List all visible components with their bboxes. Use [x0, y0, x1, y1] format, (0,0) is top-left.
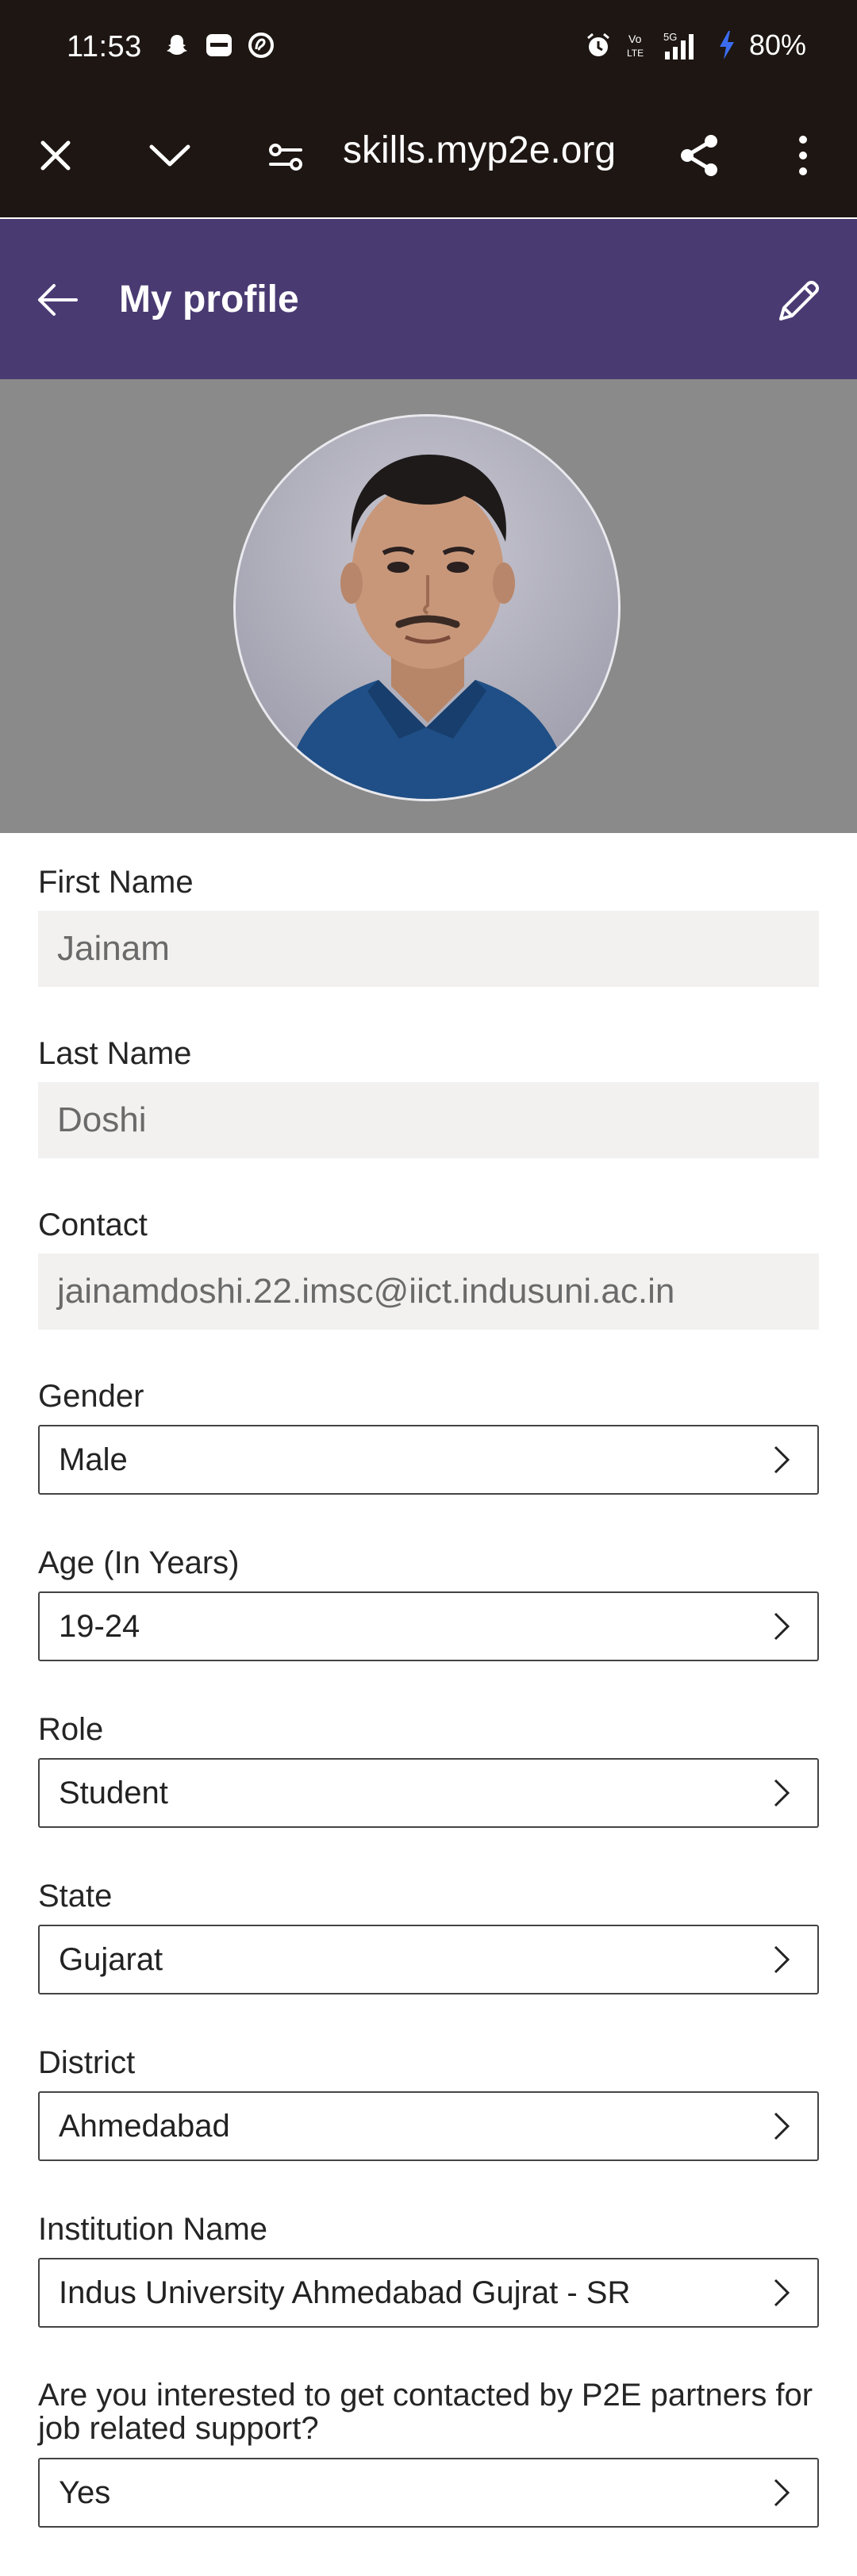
site-settings-button[interactable]: [259, 130, 313, 184]
status-right-group: Vo LTE 5G 80%: [584, 29, 806, 62]
minimize-button[interactable]: [143, 129, 197, 182]
network-type: 5G: [663, 31, 677, 43]
state-value: Gujarat: [59, 1941, 163, 1977]
institution-select[interactable]: Indus University Ahmedabad Gujrat - SR: [38, 2258, 819, 2328]
more-vert-icon: [799, 136, 807, 175]
alarm-icon: [586, 33, 609, 56]
edit-profile-button[interactable]: [770, 271, 828, 330]
district-label: District: [38, 2045, 136, 2080]
close-icon: [40, 140, 71, 171]
gender-value: Male: [59, 1442, 128, 1477]
contact-preference-label: Are you interested to get contacted by P…: [38, 2378, 813, 2446]
site-settings-icon: [269, 144, 302, 171]
chevron-right-icon: [774, 2478, 790, 2507]
browser-toolbar: skills.myp2e.org: [0, 94, 857, 217]
svg-text:LTE: LTE: [627, 48, 644, 59]
status-time: 11:53: [67, 30, 142, 63]
last-name-field[interactable]: Doshi: [38, 1082, 819, 1158]
payment-app-icon: [248, 33, 274, 58]
profile-photo: [236, 417, 618, 799]
avatar[interactable]: [233, 414, 621, 801]
state-label: State: [38, 1879, 113, 1914]
app-header: My profile: [0, 219, 857, 379]
role-value: Student: [59, 1775, 168, 1810]
back-button[interactable]: [29, 271, 86, 328]
age-value: 19-24: [59, 1608, 140, 1644]
age-label: Age (In Years): [38, 1545, 240, 1580]
chevron-right-icon: [774, 1945, 790, 1974]
more-options-button[interactable]: [779, 127, 827, 184]
state-select[interactable]: Gujarat: [38, 1925, 819, 1994]
share-button[interactable]: [671, 127, 728, 184]
district-value: Ahmedabad: [59, 2108, 230, 2144]
chevron-right-icon: [774, 2112, 790, 2140]
share-icon: [681, 135, 717, 176]
pencil-icon: [779, 281, 819, 321]
battery-level: 80%: [748, 29, 806, 61]
notification-icons: [163, 32, 275, 59]
age-select[interactable]: 19-24: [38, 1591, 819, 1661]
first-name-label: First Name: [38, 865, 194, 900]
contact-label: Contact: [38, 1207, 148, 1242]
profile-photo-section: [0, 379, 857, 833]
last-name-label: Last Name: [38, 1036, 192, 1071]
page-title: My profile: [119, 278, 299, 321]
chevron-right-icon: [774, 2278, 790, 2307]
charging-icon: [719, 31, 734, 60]
volte-icon: Vo LTE: [627, 33, 644, 59]
role-select[interactable]: Student: [38, 1758, 819, 1828]
close-tab-button[interactable]: [29, 129, 83, 182]
contact-preference-select[interactable]: Yes: [38, 2458, 819, 2528]
chevron-down-icon: [149, 144, 190, 167]
svg-text:Vo: Vo: [628, 33, 642, 45]
signal-icon: 5G: [662, 29, 705, 61]
snapchat-icon: [167, 35, 187, 55]
arrow-left-icon: [38, 284, 78, 316]
district-select[interactable]: Ahmedabad: [38, 2091, 819, 2161]
gender-select[interactable]: Male: [38, 1425, 819, 1495]
chevron-right-icon: [774, 1612, 790, 1641]
chevron-right-icon: [774, 1779, 790, 1807]
contact-field[interactable]: jainamdoshi.22.imsc@iict.indusuni.ac.in: [38, 1253, 819, 1330]
message-icon: [206, 34, 232, 56]
institution-label: Institution Name: [38, 2212, 268, 2247]
contact-preference-value: Yes: [59, 2474, 111, 2510]
chevron-right-icon: [774, 1445, 790, 1474]
gender-label: Gender: [38, 1379, 144, 1414]
institution-value: Indus University Ahmedabad Gujrat - SR: [59, 2275, 631, 2310]
url-display[interactable]: skills.myp2e.org: [343, 129, 616, 172]
status-bar: 11:53 Vo LTE 5G 80%: [0, 0, 857, 94]
role-label: Role: [38, 1712, 104, 1747]
first-name-field[interactable]: Jainam: [38, 911, 819, 987]
